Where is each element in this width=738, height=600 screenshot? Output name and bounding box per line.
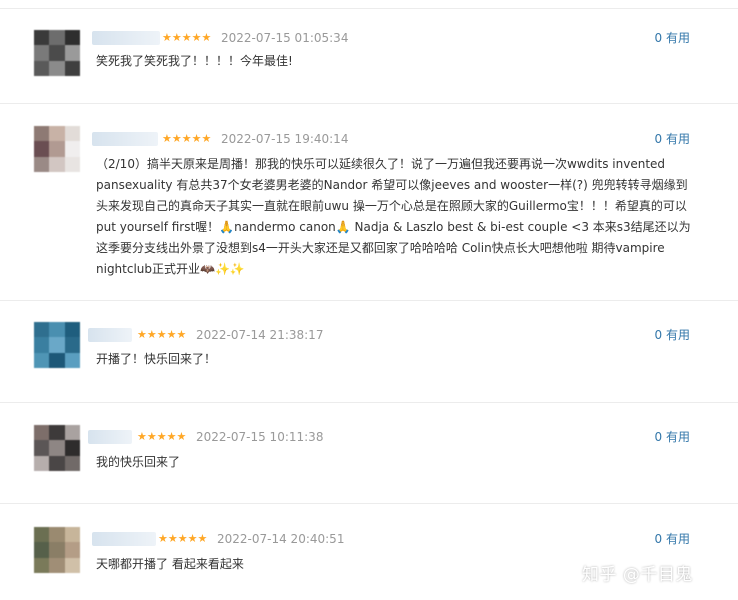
username-blurred[interactable] <box>92 532 156 546</box>
separator <box>0 503 738 504</box>
review-timestamp: 2022-07-15 19:40:14 <box>221 132 349 146</box>
useful-vote-button[interactable]: 0 有用 <box>655 430 690 444</box>
username-blurred[interactable] <box>92 31 160 45</box>
review-timestamp: 2022-07-15 01:05:34 <box>221 31 349 45</box>
watermark-text: 知乎 @千目鬼 <box>582 565 693 585</box>
username-blurred[interactable] <box>92 132 158 146</box>
rating-stars: ★★★★★ <box>137 328 187 341</box>
rating-stars: ★★★★★ <box>162 132 212 145</box>
review-text: 开播了！快乐回来了！ <box>96 352 217 366</box>
avatar[interactable] <box>34 126 80 172</box>
review-timestamp: 2022-07-15 10:11:38 <box>196 430 324 444</box>
separator <box>0 300 738 301</box>
avatar[interactable] <box>34 425 80 471</box>
avatar[interactable] <box>34 322 80 368</box>
review-timestamp: 2022-07-14 20:40:51 <box>217 532 345 546</box>
separator <box>0 402 738 403</box>
review-text: （2/10）搞半天原来是周播！那我的快乐可以延续很久了！说了一万遍但我还要再说一… <box>96 157 691 276</box>
rating-stars: ★★★★★ <box>158 532 208 545</box>
avatar[interactable] <box>34 527 80 573</box>
separator <box>0 103 738 104</box>
rating-stars: ★★★★★ <box>162 31 212 44</box>
useful-vote-button[interactable]: 0 有用 <box>655 328 690 342</box>
username-blurred[interactable] <box>88 328 132 342</box>
useful-vote-button[interactable]: 0 有用 <box>655 132 690 146</box>
review-timestamp: 2022-07-14 21:38:17 <box>196 328 324 342</box>
useful-vote-button[interactable]: 0 有用 <box>655 532 690 546</box>
review-text: 天哪都开播了 看起来看起来 <box>96 557 244 571</box>
review-text: 笑死我了笑死我了！！！！今年最佳! <box>96 54 293 68</box>
review-text: 我的快乐回来了 <box>96 455 181 469</box>
separator <box>0 8 738 9</box>
avatar[interactable] <box>34 30 80 76</box>
username-blurred[interactable] <box>88 430 132 444</box>
rating-stars: ★★★★★ <box>137 430 187 443</box>
useful-vote-button[interactable]: 0 有用 <box>655 31 690 45</box>
